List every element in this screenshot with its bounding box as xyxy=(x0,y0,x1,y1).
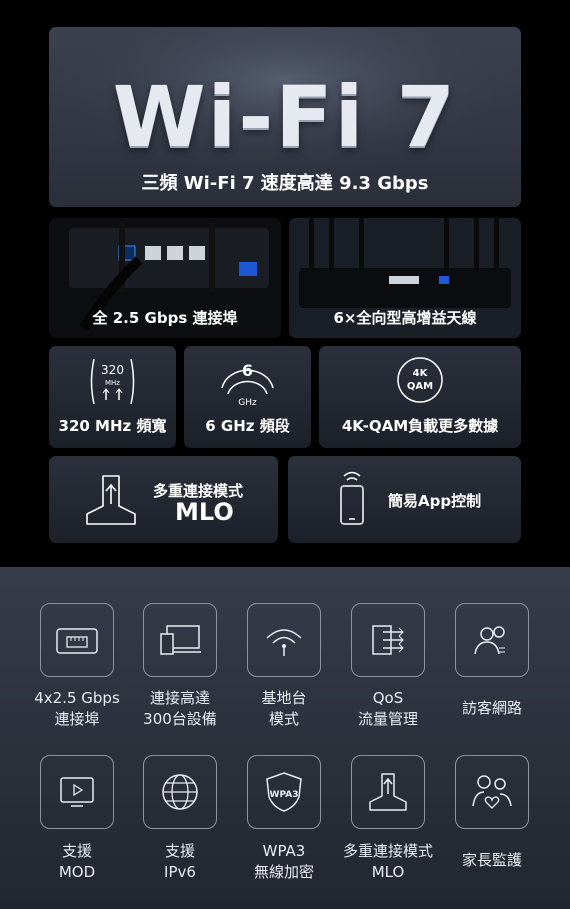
antenna-photo-card: 6×全向型高增益天線 xyxy=(289,218,521,338)
guest-network-icon xyxy=(455,603,529,677)
ports-photo-card: 全 2.5 Gbps 連接埠 xyxy=(49,218,281,338)
feature-label: 6 GHz 頻段 xyxy=(205,417,290,435)
hero-subtitle: 三頻 Wi-Fi 7 速度高達 9.3 Gbps xyxy=(141,173,429,194)
4k-qam-icon: 4K QAM xyxy=(397,357,443,403)
feature-label: 4K-QAM負載更多數據 xyxy=(341,417,499,435)
row2-label-5: 家長監護 xyxy=(461,851,522,869)
antenna-caption: 6×全向型高增益天線 xyxy=(333,309,477,327)
ipv6-globe-icon xyxy=(143,755,217,829)
feature-label: 320 MHz 頻寬 xyxy=(58,417,167,435)
mlo-line2: MLO xyxy=(175,498,234,526)
row1-label-1: 4x2.5 Gbps 連接埠 xyxy=(34,689,120,728)
bandwidth-320mhz-icon: 320 MHz xyxy=(90,358,135,405)
icon-subtext: MHz xyxy=(105,379,120,387)
feature-card-6ghz: 6 GHz 6 GHz 頻段 xyxy=(184,346,311,448)
row1-label-2: 連接高達 300台設備 xyxy=(143,689,217,728)
icon-subtext: QAM xyxy=(407,381,433,392)
qos-icon xyxy=(351,603,425,677)
app-control-card: 簡易App控制 xyxy=(288,456,521,543)
smartphone-app-icon xyxy=(340,471,364,525)
icon-text: WPA3 xyxy=(270,790,299,800)
ports-caption: 全 2.5 Gbps 連接埠 xyxy=(92,309,238,327)
row1-label-3: 基地台 模式 xyxy=(261,689,307,728)
icon-text: 320 xyxy=(101,363,124,377)
wpa3-shield-icon: WPA3 xyxy=(247,755,321,829)
parental-control-icon xyxy=(455,755,529,829)
mlo-icon xyxy=(86,475,136,525)
mlo-card: 多重連接模式 MLO xyxy=(49,456,278,543)
row2-label-4: 多重連接模式 MLO xyxy=(342,842,433,881)
mlo-icon xyxy=(351,755,425,829)
mod-tv-icon xyxy=(40,755,114,829)
row2-label-3: WPA3 無線加密 xyxy=(253,842,314,881)
hero-title: Wi-Fi 7 xyxy=(112,68,458,166)
feature-card-320mhz: 320 MHz 320 MHz 頻寬 xyxy=(49,346,176,448)
row2-label-2: 支援 IPv6 xyxy=(164,842,196,881)
app-control-label: 簡易App控制 xyxy=(388,492,482,510)
row1-label-5: 訪客網路 xyxy=(461,699,522,717)
6ghz-band-icon: 6 GHz xyxy=(221,361,274,408)
feature-card-4kqam: 4K QAM 4K-QAM負載更多數據 xyxy=(319,346,521,448)
ethernet-port-icon xyxy=(40,603,114,677)
devices-icon xyxy=(143,603,217,677)
icon-subtext: GHz xyxy=(238,398,257,408)
hero-banner: Wi-Fi 7 三頻 Wi-Fi 7 速度高達 9.3 Gbps xyxy=(49,27,521,207)
access-point-icon xyxy=(247,603,321,677)
icon-text: 6 xyxy=(242,361,253,380)
row2-label-1: 支援 MOD xyxy=(58,842,96,881)
row1-label-4: QoS 流量管理 xyxy=(357,689,418,728)
icon-text: 4K xyxy=(413,368,429,379)
